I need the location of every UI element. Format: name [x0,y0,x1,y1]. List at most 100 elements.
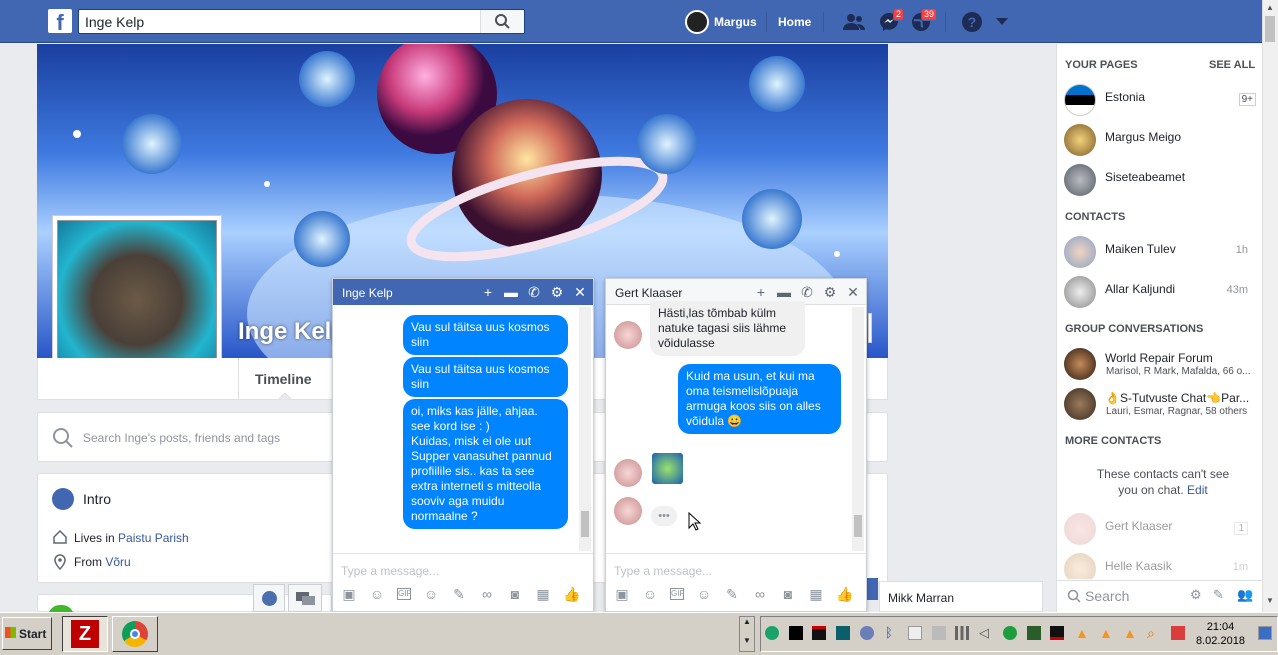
chat-title[interactable]: Inge Kelp [342,286,393,300]
attach-icon[interactable]: ✎ [451,586,467,602]
close-icon[interactable]: ✕ [846,285,860,299]
from-link[interactable]: Võru [105,555,130,569]
signal-icon[interactable] [955,626,969,640]
global-search-input[interactable] [85,13,475,31]
gif-icon[interactable]: GIF [397,588,411,600]
chat-scrollbar[interactable] [852,307,864,551]
tray-app-icon[interactable] [1171,626,1185,640]
tray-app-icon[interactable] [836,626,850,640]
user-name-link[interactable]: Margus [714,15,757,29]
camera-icon[interactable]: ◙ [507,586,523,602]
taskbar-scroll[interactable]: ▲ ▼ [739,616,755,652]
page-scrollbar[interactable]: ▲ ▼ [1262,0,1278,612]
minimized-chat-mikk[interactable]: Mikk Marran [879,581,1043,612]
voice-call-icon[interactable]: ✆ [800,285,814,299]
tray-app-icon[interactable] [1050,626,1064,640]
help-icon[interactable]: ? [962,12,982,32]
sticker-image[interactable] [652,453,683,484]
create-group-icon[interactable]: 👥 [1237,587,1253,603]
chat-title[interactable]: Gert Klaaser [615,286,682,300]
game-icon[interactable]: ▦ [808,586,824,602]
profile-name[interactable]: Inge Kelp [238,318,346,346]
profile-search-placeholder[interactable]: Search Inge's posts, friends and tags [83,431,280,445]
facebook-logo-icon[interactable]: f [48,9,72,33]
chat-scrollbar[interactable] [579,307,591,551]
page-item-margus-meigo[interactable]: Margus Meigo [1064,120,1260,160]
gear-icon[interactable]: ⚙ [823,285,837,299]
vlc-icon[interactable]: ▲ [1099,626,1113,640]
tray-terminal-icon[interactable] [789,626,803,640]
chat-scroll-thumb[interactable] [581,511,589,537]
show-desktop-icon[interactable] [1258,626,1272,640]
tray-terminal-icon[interactable] [812,626,826,640]
chat-header[interactable]: Inge Kelp + ▬ ✆ ⚙ ✕ [333,279,593,305]
scroll-down-arrow-icon[interactable]: ▼ [1266,596,1274,605]
link-icon[interactable]: ∞ [752,586,768,602]
bluetooth-icon[interactable]: ᛒ [885,626,899,640]
photo-icon[interactable]: ▣ [614,586,630,602]
tray-app-icon[interactable] [765,626,779,640]
edit-link[interactable]: Edit [1187,483,1208,497]
security-icon[interactable] [1003,626,1017,640]
like-icon[interactable]: 👍 [563,586,580,602]
home-link[interactable]: Home [778,15,811,29]
chevron-down-icon[interactable] [996,18,1008,26]
contact-allar-kaljundi[interactable]: Allar Kaljundi 43m [1064,272,1260,312]
page-scroll-thumb[interactable] [1265,16,1275,42]
contact-gert-klaaser-offline[interactable]: Gert Klaaser 1 [1064,509,1260,549]
lives-in-link[interactable]: Paistu Parish [118,531,189,545]
attach-icon[interactable]: ✎ [724,586,740,602]
add-people-icon[interactable]: + [481,285,495,299]
camera-icon[interactable]: ◙ [780,586,796,602]
group-s-tutvuste-chat[interactable]: 👌S-Tutvuste Chat👈Par... Lauri, Esmar, Ra… [1064,384,1260,424]
user-avatar[interactable] [685,10,709,34]
group-world-repair-forum[interactable]: World Repair Forum Marisol, R Mark, Mafa… [1064,344,1260,384]
contact-maiken-tulev[interactable]: Maiken Tulev 1h [1064,232,1260,272]
photo-icon[interactable]: ▣ [341,586,357,602]
sidebar-search-placeholder[interactable]: Search [1085,588,1129,604]
globe-toggle-button[interactable] [253,584,285,612]
search-button[interactable] [480,10,524,33]
volume-icon[interactable]: ◁ [979,626,993,640]
compose-icon[interactable]: ✎ [1213,587,1224,603]
close-icon[interactable]: ✕ [573,285,587,299]
gear-icon[interactable]: ⚙ [1190,587,1202,603]
tray-clock[interactable]: 21:04 8.02.2018 [1196,620,1245,648]
gear-icon[interactable]: ⚙ [550,285,564,299]
sticker-icon[interactable]: ☺ [642,586,658,602]
taskbar-app-filezilla[interactable]: Z [62,616,108,652]
chevron-up-icon[interactable]: ▲ [740,617,754,626]
emoji-icon[interactable]: ☺ [696,586,712,602]
voice-call-icon[interactable]: ✆ [527,285,541,299]
link-icon[interactable]: ∞ [479,586,495,602]
tray-app-icon[interactable] [1027,626,1041,640]
vlc-icon[interactable]: ▲ [1075,626,1089,640]
like-icon[interactable]: 👍 [836,586,853,602]
vlc-icon[interactable]: ▲ [1123,626,1137,640]
contact-helle-kaasik-offline[interactable]: Helle Kaasik 1m [1064,549,1260,579]
hidden-button-fragment[interactable] [866,578,878,600]
add-people-icon[interactable]: + [754,285,768,299]
chevron-down-icon[interactable]: ▼ [740,636,754,645]
gif-icon[interactable]: GIF [670,588,684,600]
emoji-icon[interactable]: ☺ [423,586,439,602]
see-all-link[interactable]: SEE ALL [1209,59,1255,71]
message-input[interactable]: Type a message... [341,564,439,578]
chat-toggle-button[interactable] [288,584,322,612]
tray-app-icon[interactable] [860,626,874,640]
sticker-icon[interactable]: ☺ [369,586,385,602]
video-call-icon[interactable]: ▬ [504,285,518,299]
sidebar-search-bar[interactable]: Search ⚙ ✎ 👥 [1057,580,1262,610]
taskbar-app-chrome[interactable] [112,616,158,652]
cover-button-fragment[interactable] [868,313,872,343]
global-search-box[interactable] [78,9,525,34]
game-icon[interactable]: ▦ [535,586,551,602]
page-item-siseteabeamet[interactable]: Siseteabeamet [1064,160,1260,200]
tab-timeline[interactable]: Timeline [255,371,312,387]
scroll-up-arrow-icon[interactable]: ▲ [1266,3,1274,12]
video-call-icon[interactable]: ▬ [777,285,791,299]
friend-requests-icon[interactable] [842,12,866,32]
magnifier-icon[interactable]: ⌕ [1147,626,1161,640]
message-input[interactable]: Type a message... [614,564,712,578]
chat-scroll-thumb[interactable] [854,515,862,537]
